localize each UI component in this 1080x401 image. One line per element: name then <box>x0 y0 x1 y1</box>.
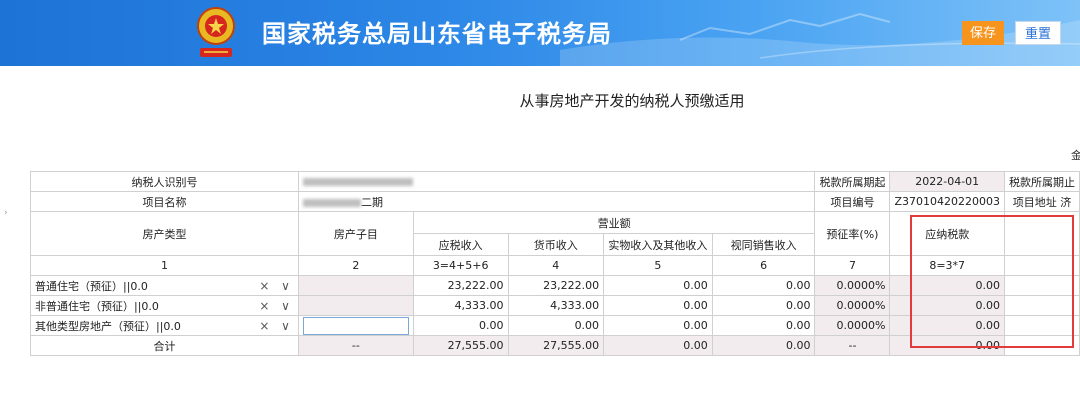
taxpayer-id-value <box>297 171 816 192</box>
idx-5: 5 <box>603 255 713 276</box>
site-title: 国家税务总局山东省电子税务局 <box>262 20 612 48</box>
deemed-sales-cell[interactable]: 0.00 <box>711 295 816 316</box>
total-monetary: 27,555.00 <box>507 335 605 356</box>
unit-hint: 金 <box>1071 149 1080 162</box>
col-deemed-sales: 视同销售收入 <box>711 233 816 256</box>
col-levy-rate: 预征率(%) <box>814 211 891 256</box>
col-property-sub: 房产子目 <box>297 211 414 256</box>
col-revenue-group: 营业额 <box>412 211 816 234</box>
levy-rate-cell: 0.0000% <box>814 315 891 336</box>
total-tax: 0.00 <box>889 335 1005 356</box>
inkind-income-cell[interactable]: 0.00 <box>603 295 713 316</box>
tax-payable-cell: 0.00 <box>889 315 1005 336</box>
declaration-table: 纳税人识别号 税款所属期起 2022-04-01 税款所属期止 项目名称 二期 … <box>30 171 1080 356</box>
info-row-taxpayer: 纳税人识别号 税款所属期起 2022-04-01 税款所属期止 <box>30 171 1080 192</box>
monetary-income-cell[interactable]: 23,222.00 <box>507 275 605 296</box>
monetary-income-cell[interactable]: 4,333.00 <box>507 295 605 316</box>
taxable-income-cell[interactable]: 0.00 <box>412 315 509 336</box>
project-name-value: 二期 <box>297 191 816 212</box>
taxpayer-id-label: 纳税人识别号 <box>30 171 299 192</box>
idx-8: 8=3*7 <box>889 255 1005 276</box>
clear-dropdown-icon[interactable]: × ∨ <box>259 319 294 333</box>
total-taxable: 27,555.00 <box>412 335 509 356</box>
total-label: 合计 <box>30 335 299 356</box>
taxable-income-cell[interactable]: 23,222.00 <box>412 275 509 296</box>
project-no-label: 项目编号 <box>814 191 891 212</box>
save-button[interactable]: 保存 <box>962 21 1004 45</box>
period-end-label: 税款所属期止 <box>1003 171 1080 192</box>
table-row: 普通住宅（预征）||0.0 × ∨ 23,222.00 23,222.00 0.0… <box>30 275 1080 296</box>
idx-2: 2 <box>297 255 414 276</box>
reset-button[interactable]: 重置 <box>1015 21 1061 45</box>
header-row-group: 房产类型 房产子目 营业额 预征率(%) 应纳税款 <box>30 211 1080 256</box>
levy-rate-cell: 0.0000% <box>814 295 891 316</box>
total-sub: -- <box>297 335 414 356</box>
property-sub-input[interactable] <box>302 316 409 335</box>
clear-dropdown-icon[interactable]: × ∨ <box>259 299 294 313</box>
table-row: 非普通住宅（预征）||0.0 × ∨ 4,333.00 4,333.00 0.00… <box>30 295 1080 316</box>
project-name-label: 项目名称 <box>30 191 299 212</box>
property-type-select[interactable]: 普通住宅（预征）||0.0 × ∨ <box>30 275 299 296</box>
tax-payable-cell: 0.00 <box>889 295 1005 316</box>
project-no-value: Z37010420220003 <box>889 191 1005 212</box>
taxable-income-cell[interactable]: 4,333.00 <box>412 295 509 316</box>
idx-1: 1 <box>30 255 299 276</box>
idx-3: 3=4+5+6 <box>412 255 509 276</box>
tax-payable-cell: 0.00 <box>889 275 1005 296</box>
national-emblem-icon <box>197 7 235 57</box>
col-monetary-income: 货币收入 <box>507 233 605 256</box>
total-row: 合计 -- 27,555.00 27,555.00 0.00 0.00 -- 0… <box>30 335 1080 356</box>
collapse-arrow-icon[interactable]: › <box>4 208 8 218</box>
page-title: 从事房地产开发的纳税人预缴适用 <box>519 92 745 110</box>
col-tax-payable: 应纳税款 <box>889 211 1005 256</box>
property-sub-cell[interactable] <box>297 275 414 296</box>
header-banner: 国家税务总局山东省电子税务局 保存 重置 <box>0 0 1080 66</box>
idx-7: 7 <box>814 255 891 276</box>
index-row: 1 2 3=4+5+6 4 5 6 7 8=3*7 <box>30 255 1080 276</box>
inkind-income-cell[interactable]: 0.00 <box>603 275 713 296</box>
clear-dropdown-icon[interactable]: × ∨ <box>259 279 294 293</box>
col-taxable-income: 应税收入 <box>412 233 509 256</box>
info-row-project: 项目名称 二期 项目编号 Z37010420220003 项目地址 济 <box>30 191 1080 212</box>
col-property-type: 房产类型 <box>30 211 299 256</box>
property-sub-cell[interactable] <box>297 295 414 316</box>
deemed-sales-cell[interactable]: 0.00 <box>711 275 816 296</box>
project-addr-label: 项目地址 济 <box>1003 191 1080 212</box>
idx-4: 4 <box>507 255 605 276</box>
deemed-sales-cell[interactable]: 0.00 <box>711 315 816 336</box>
property-sub-cell[interactable] <box>297 315 414 336</box>
table-row: 其他类型房地产（预征）||0.0 × ∨ 0.00 0.00 0.00 0.00 … <box>30 315 1080 336</box>
inkind-income-cell[interactable]: 0.00 <box>603 315 713 336</box>
idx-6: 6 <box>711 255 816 276</box>
period-start-label: 税款所属期起 <box>814 171 891 192</box>
total-rate: -- <box>814 335 891 356</box>
levy-rate-cell: 0.0000% <box>814 275 891 296</box>
period-start-value: 2022-04-01 <box>889 171 1005 192</box>
col-inkind-income: 实物收入及其他收入 <box>603 233 713 256</box>
property-type-select[interactable]: 非普通住宅（预征）||0.0 × ∨ <box>30 295 299 316</box>
total-deemed: 0.00 <box>711 335 816 356</box>
property-type-select[interactable]: 其他类型房地产（预征）||0.0 × ∨ <box>30 315 299 336</box>
monetary-income-cell[interactable]: 0.00 <box>507 315 605 336</box>
total-inkind: 0.00 <box>603 335 713 356</box>
